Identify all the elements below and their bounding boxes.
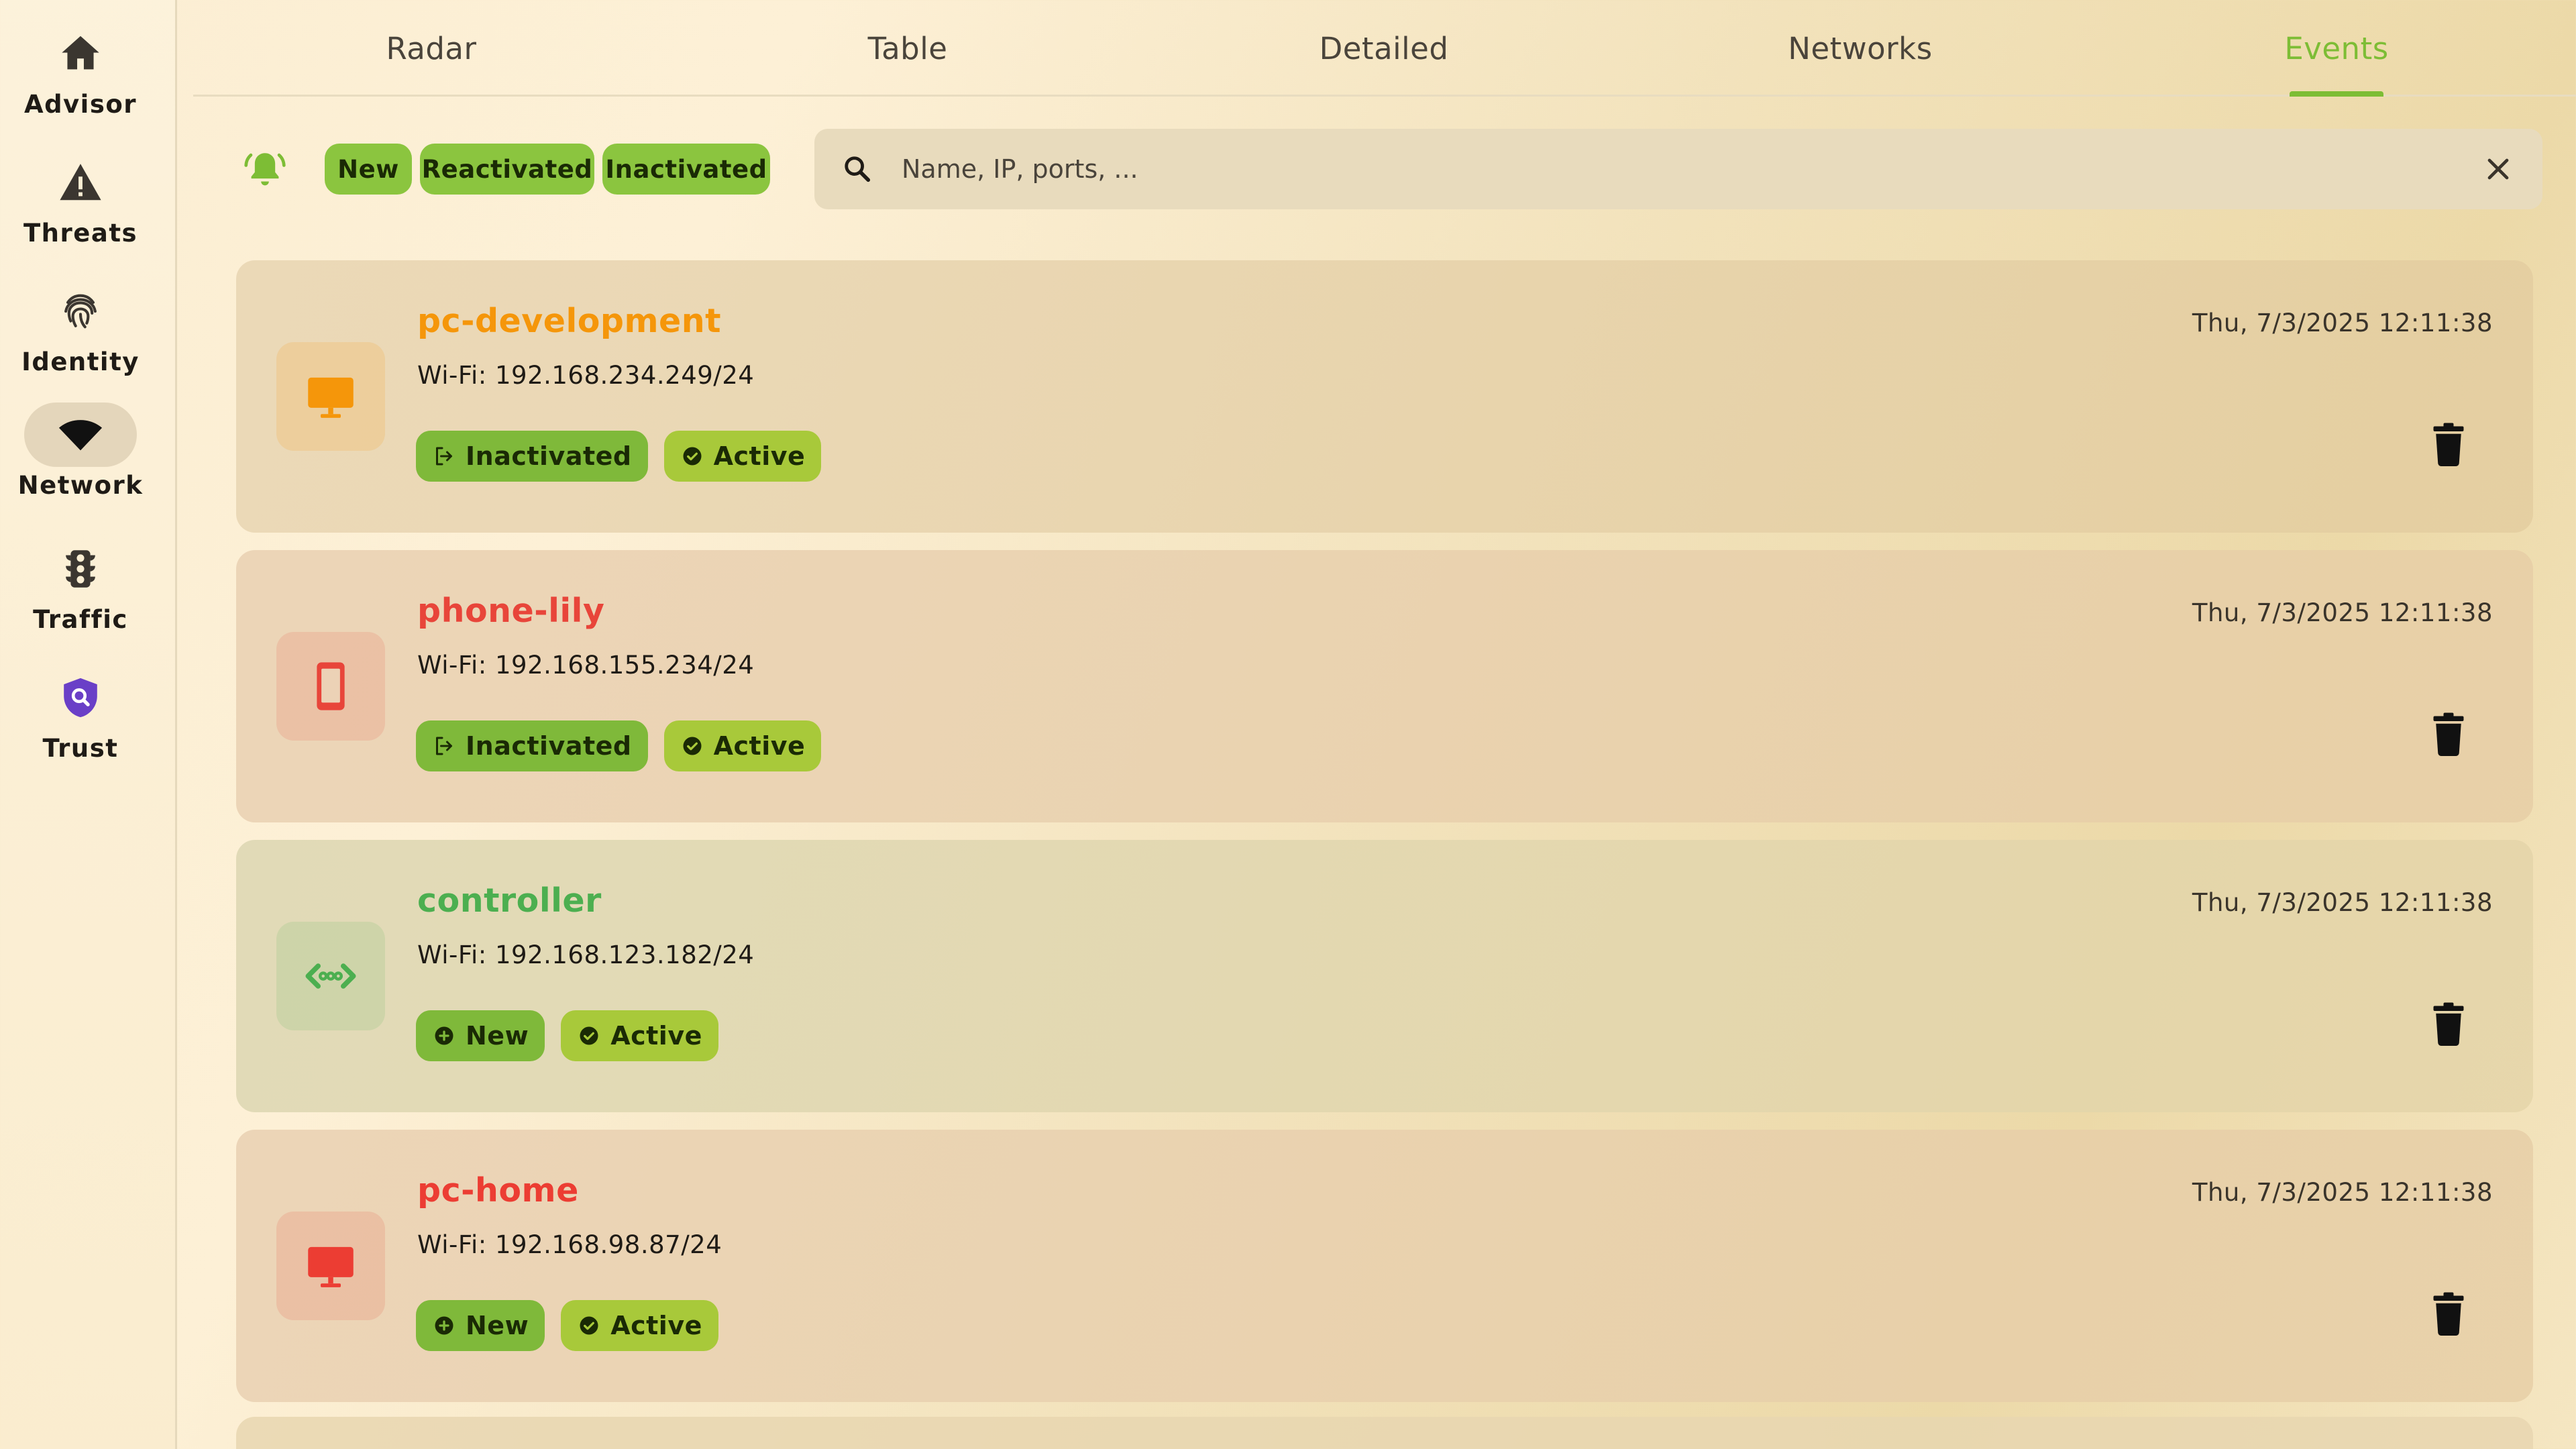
event-timestamp: Thu, 7/3/2025 12:11:38 xyxy=(2192,598,2493,627)
filter-chip-inactivated[interactable]: Inactivated xyxy=(602,144,770,195)
tab-networks[interactable]: Networks xyxy=(1622,0,2098,97)
bell-ringing-icon[interactable] xyxy=(241,146,288,193)
device-tile xyxy=(276,342,385,451)
delete-icon[interactable] xyxy=(2428,1001,2469,1048)
desktop-icon xyxy=(308,1246,354,1287)
sidebar-item-threats[interactable]: Threats xyxy=(0,150,161,278)
badge-row: Inactivated Active xyxy=(416,720,822,771)
home-icon xyxy=(24,21,137,86)
device-ip: Wi-Fi: 192.168.123.182/24 xyxy=(417,941,755,969)
view-tabs: Radar Table Detailed Networks Events xyxy=(193,0,2576,97)
check-circle-icon xyxy=(683,737,702,755)
event-timestamp: Thu, 7/3/2025 12:11:38 xyxy=(2192,888,2493,917)
event-card-partial[interactable] xyxy=(236,1417,2533,1449)
device-tile xyxy=(276,922,385,1030)
sidebar: Advisor Threats Identity Network Traffic… xyxy=(0,0,177,1449)
logout-icon xyxy=(436,447,452,466)
status-badge-label: Active xyxy=(713,731,806,761)
sidebar-item-label: Network xyxy=(17,471,144,500)
sidebar-item-label: Advisor xyxy=(23,90,138,119)
sidebar-item-label: Trust xyxy=(42,734,119,763)
badge-row: New Active xyxy=(416,1010,718,1061)
add-circle-icon xyxy=(435,1316,453,1335)
status-badge-label: Active xyxy=(610,1021,702,1051)
event-card[interactable]: phone-lily Wi-Fi: 192.168.155.234/24 Thu… xyxy=(236,550,2533,822)
sidebar-item-identity[interactable]: Identity xyxy=(0,279,161,407)
status-badge-label: Active xyxy=(713,441,806,471)
sidebar-item-advisor[interactable]: Advisor xyxy=(0,21,161,149)
check-circle-icon xyxy=(580,1026,598,1045)
sidebar-item-label: Threats xyxy=(23,219,138,248)
sidebar-item-label: Traffic xyxy=(33,605,128,634)
event-card[interactable]: controller Wi-Fi: 192.168.123.182/24 Thu… xyxy=(236,840,2533,1112)
device-name: phone-lily xyxy=(417,592,605,630)
tab-radar[interactable]: Radar xyxy=(193,0,669,97)
sidebar-item-network[interactable]: Network xyxy=(0,402,161,530)
status-badge-label: Active xyxy=(610,1311,702,1340)
event-badge: Inactivated xyxy=(416,431,648,482)
status-badge: Active xyxy=(561,1300,718,1351)
search-bar xyxy=(814,129,2542,209)
tab-table[interactable]: Table xyxy=(669,0,1146,97)
event-badge: New xyxy=(416,1010,545,1061)
shield-search-icon xyxy=(24,665,137,730)
active-tab-indicator xyxy=(2290,91,2383,97)
badge-row: New Active xyxy=(416,1300,718,1351)
warning-icon xyxy=(24,150,137,215)
event-badge-label: Inactivated xyxy=(466,731,632,761)
status-badge: Active xyxy=(663,431,822,482)
badge-row: Inactivated Active xyxy=(416,431,822,482)
event-card[interactable]: pc-development Wi-Fi: 192.168.234.249/24… xyxy=(236,260,2533,533)
check-circle-icon xyxy=(683,447,702,466)
desktop-icon xyxy=(308,377,354,418)
check-circle-icon xyxy=(580,1316,598,1335)
delete-icon[interactable] xyxy=(2428,421,2469,468)
logout-icon xyxy=(436,737,452,755)
event-badge: Inactivated xyxy=(416,720,648,771)
delete-icon[interactable] xyxy=(2428,711,2469,758)
status-badge: Active xyxy=(663,720,822,771)
search-input[interactable] xyxy=(902,142,2445,196)
device-name: controller xyxy=(417,881,602,920)
traffic-light-icon xyxy=(24,537,137,601)
device-ip: Wi-Fi: 192.168.234.249/24 xyxy=(417,361,755,390)
device-name: pc-development xyxy=(417,302,722,340)
close-icon[interactable] xyxy=(2481,152,2516,186)
phone-icon xyxy=(317,662,345,710)
device-tile xyxy=(276,1212,385,1320)
event-badge: New xyxy=(416,1300,545,1351)
device-tile xyxy=(276,632,385,741)
event-badge-label: New xyxy=(466,1021,529,1051)
fingerprint-icon xyxy=(24,279,137,343)
event-card[interactable]: pc-home Wi-Fi: 192.168.98.87/24 Thu, 7/3… xyxy=(236,1130,2533,1402)
event-badge-label: New xyxy=(466,1311,529,1340)
tab-detailed[interactable]: Detailed xyxy=(1146,0,1622,97)
code-arrows-icon xyxy=(305,963,356,989)
sidebar-item-trust[interactable]: Trust xyxy=(0,665,161,793)
sidebar-item-traffic[interactable]: Traffic xyxy=(0,537,161,664)
sidebar-item-label: Identity xyxy=(21,347,140,376)
device-ip: Wi-Fi: 192.168.98.87/24 xyxy=(417,1230,722,1259)
event-badge-label: Inactivated xyxy=(466,441,632,471)
search-icon xyxy=(845,156,871,182)
wifi-icon xyxy=(24,402,137,467)
delete-icon[interactable] xyxy=(2428,1291,2469,1338)
device-ip: Wi-Fi: 192.168.155.234/24 xyxy=(417,651,755,680)
status-badge: Active xyxy=(561,1010,718,1061)
add-circle-icon xyxy=(435,1026,453,1045)
device-name: pc-home xyxy=(417,1171,579,1210)
filter-chip-new[interactable]: New xyxy=(325,144,412,195)
event-timestamp: Thu, 7/3/2025 12:11:38 xyxy=(2192,1178,2493,1207)
filter-chip-reactivated[interactable]: Reactivated xyxy=(420,144,594,195)
tab-events[interactable]: Events xyxy=(2098,0,2575,97)
event-timestamp: Thu, 7/3/2025 12:11:38 xyxy=(2192,309,2493,337)
